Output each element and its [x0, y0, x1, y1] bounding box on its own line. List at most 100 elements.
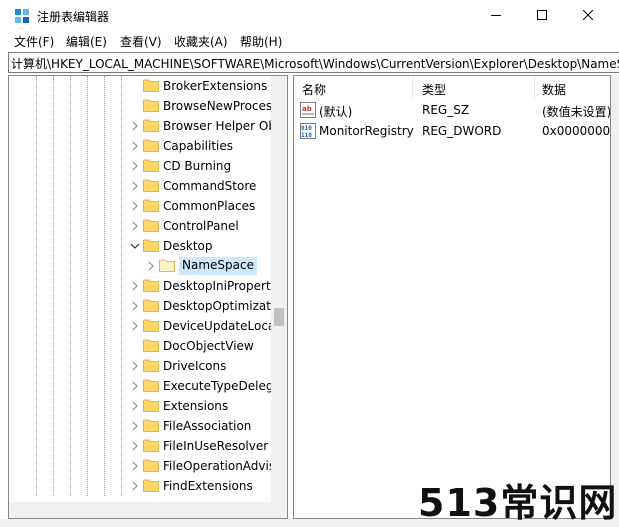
folder-icon: [143, 419, 159, 432]
menu-favorites[interactable]: 收藏夹(A): [174, 33, 228, 50]
expand-arrow-icon[interactable]: [129, 480, 141, 492]
menu-help[interactable]: 帮助(H): [240, 33, 282, 50]
string-value-icon: ab: [300, 102, 316, 118]
tree-item-label: Capabilities: [163, 139, 233, 153]
tree-item[interactable]: DeviceUpdateLocations: [9, 316, 287, 336]
column-divider[interactable]: [412, 76, 413, 100]
value-type: REG_SZ: [422, 103, 470, 117]
tree-item[interactable]: Browser Helper Objects: [9, 116, 287, 136]
expand-arrow-icon[interactable]: [129, 320, 141, 332]
tree-item[interactable]: FileOperationAdviseSinks: [9, 456, 287, 476]
tree-item[interactable]: FindExtensions: [9, 476, 271, 496]
tree-item-label: CD Burning: [163, 159, 232, 173]
expand-arrow-icon[interactable]: [129, 400, 141, 412]
expand-arrow-icon[interactable]: [129, 160, 141, 172]
value-data: 0x00000001: [542, 124, 611, 138]
tree-item[interactable]: Extensions: [9, 396, 271, 416]
tree-item[interactable]: FileAssociation: [9, 416, 271, 436]
menu-bar: 文件(F) 编辑(E) 查看(V) 收藏夹(A) 帮助(H): [0, 30, 619, 52]
tree-item-label: FileAssociation: [163, 419, 252, 433]
tree-item-label: CommonPlaces: [163, 199, 256, 213]
tree-item[interactable]: BrowseNewProcess: [9, 96, 278, 116]
tree-vertical-scrollbar[interactable]: [271, 76, 287, 502]
value-type: REG_DWORD: [422, 124, 502, 138]
tree-item[interactable]: DesktopOptimization: [9, 296, 287, 316]
tree-item-label: BrokerExtensions: [163, 79, 268, 93]
folder-icon: [143, 279, 159, 292]
collapse-arrow-icon[interactable]: [129, 240, 141, 252]
tree-item-label: NameSpace: [179, 257, 257, 275]
tree-item-label: BrowseNewProcess: [163, 99, 279, 113]
expand-arrow-icon[interactable]: [129, 440, 141, 452]
folder-icon: [143, 159, 159, 172]
folder-icon: [143, 459, 159, 472]
menu-edit[interactable]: 编辑(E): [66, 33, 107, 50]
maximize-icon: [537, 10, 547, 20]
expand-arrow-icon[interactable]: [129, 420, 141, 432]
menu-file[interactable]: 文件(F): [14, 33, 54, 50]
value-data: (数值未设置): [542, 105, 611, 119]
folder-icon: [143, 119, 159, 132]
expand-arrow-icon[interactable]: [129, 200, 141, 212]
tree-item-label: Desktop: [163, 239, 213, 253]
tree-item-label: DocObjectView: [163, 339, 254, 353]
folder-icon: [143, 139, 159, 152]
expand-arrow-icon[interactable]: [129, 120, 141, 132]
svg-text:010: 010: [301, 125, 312, 132]
column-header-type[interactable]: 类型: [414, 76, 534, 100]
tree-item-label: FileOperationAdviseSinks: [163, 459, 287, 473]
tree-item[interactable]: CommandStore: [9, 176, 271, 196]
expand-arrow-icon[interactable]: [129, 460, 141, 472]
expand-arrow-icon[interactable]: [129, 300, 141, 312]
expand-arrow-icon[interactable]: [129, 360, 141, 372]
close-icon: [583, 10, 593, 20]
tree-item[interactable]: CD Burning: [9, 156, 271, 176]
menu-view[interactable]: 查看(V): [120, 33, 162, 50]
expand-arrow-icon[interactable]: [129, 220, 141, 232]
tree-item[interactable]: DesktopIniPropertyMap: [9, 276, 287, 296]
tree-item[interactable]: Capabilities: [9, 136, 271, 156]
tree-item-label: DriveIcons: [163, 359, 227, 373]
value-row[interactable]: 010 110 MonitorRegistry REG_DWORD 0x0000…: [294, 121, 611, 142]
tree-item[interactable]: NameSpace: [9, 256, 271, 276]
tree-item[interactable]: FileInUseResolver: [9, 436, 271, 456]
tree-item[interactable]: BrokerExtensions: [9, 76, 271, 96]
tree-item[interactable]: Desktop: [9, 236, 271, 256]
tree-item-label: Extensions: [163, 399, 229, 413]
tree-item[interactable]: ExecuteTypeDelegates: [9, 376, 287, 396]
tree-item-label: DesktopOptimization: [163, 299, 288, 313]
expand-arrow-icon[interactable]: [145, 260, 157, 272]
folder-icon: [143, 219, 159, 232]
column-header-data[interactable]: 数据: [534, 76, 610, 100]
window-title: 注册表编辑器: [37, 10, 110, 24]
tree-vertical-scroll-thumb[interactable]: [274, 308, 284, 326]
maximize-button[interactable]: [519, 0, 565, 30]
tree-item[interactable]: CommonPlaces: [9, 196, 271, 216]
folder-icon: [143, 359, 159, 372]
folder-icon: [143, 399, 159, 412]
close-button[interactable]: [565, 0, 611, 30]
tree-item-label: FileInUseResolver: [163, 439, 269, 453]
minimize-button[interactable]: [473, 0, 519, 30]
folder-icon: [143, 179, 159, 192]
value-row[interactable]: ab (默认) REG_SZ (数值未设置): [294, 100, 611, 121]
tree-horizontal-scrollbar[interactable]: [9, 502, 271, 518]
tree-item-label: DesktopIniPropertyMap: [163, 279, 287, 293]
folder-icon: [159, 259, 175, 272]
column-header-name[interactable]: 名称: [294, 76, 412, 100]
values-pane[interactable]: 名称 类型 数据 ab (默认) REG_SZ (数值未设置) 010 110 …: [293, 75, 611, 519]
tree-item[interactable]: DocObjectView: [9, 336, 271, 356]
tree-item[interactable]: DriveIcons: [9, 356, 271, 376]
value-name: MonitorRegistry: [319, 124, 414, 138]
expand-arrow-icon[interactable]: [129, 140, 141, 152]
address-bar[interactable]: 计算机\HKEY_LOCAL_MACHINE\SOFTWARE\Microsof…: [8, 52, 619, 73]
expand-arrow-icon[interactable]: [129, 380, 141, 392]
expand-arrow-icon[interactable]: [129, 180, 141, 192]
key-tree-pane[interactable]: BrokerExtensions BrowseNewProcess Browser …: [8, 75, 288, 519]
tree-item-label: CommandStore: [163, 179, 257, 193]
expand-arrow-icon[interactable]: [129, 280, 141, 292]
background-window-edge: [611, 75, 619, 527]
tree-item[interactable]: ControlPanel: [9, 216, 271, 236]
watermark: 513常识网: [418, 481, 618, 525]
scroll-corner: [271, 502, 287, 518]
